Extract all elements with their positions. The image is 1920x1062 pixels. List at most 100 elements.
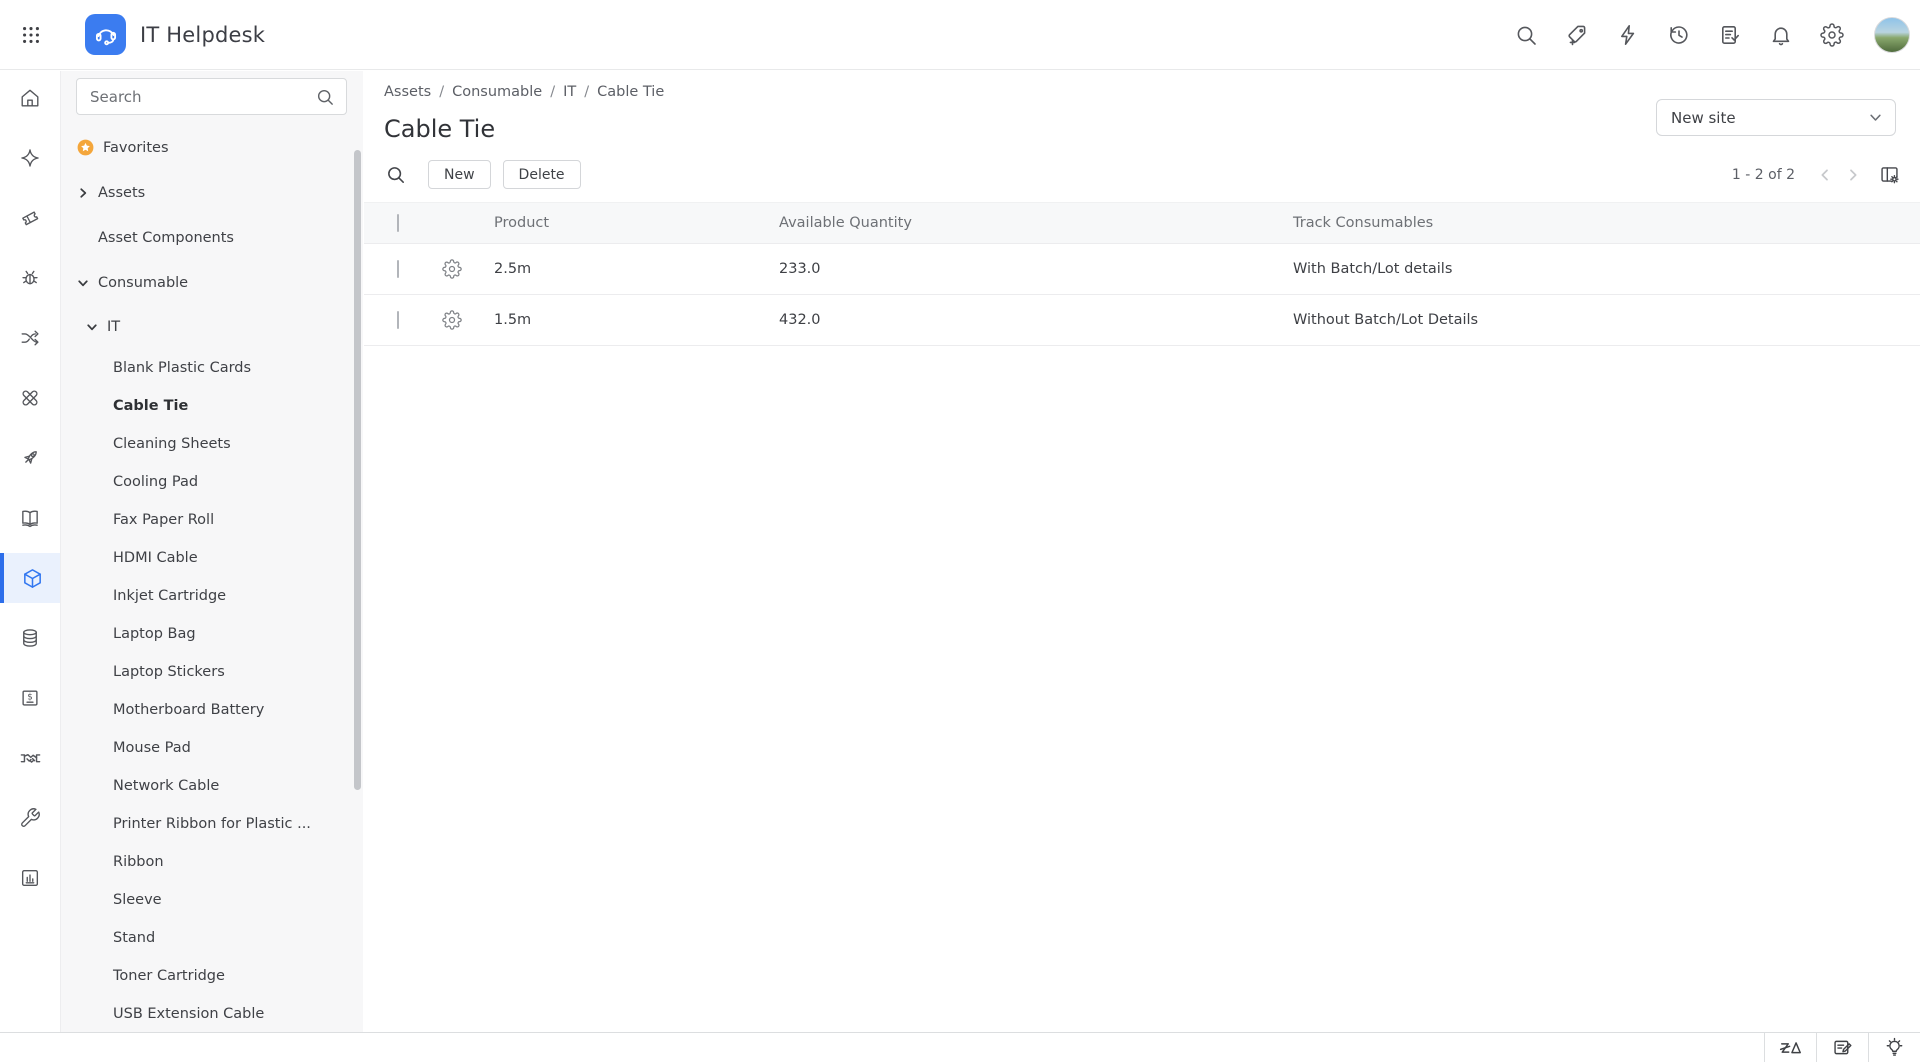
sidebar-item-cable-tie[interactable]: Cable Tie	[61, 387, 363, 425]
site-selector[interactable]: New site	[1656, 99, 1896, 136]
sidebar-scrollbar[interactable]	[354, 150, 361, 790]
asset-tree: Favorites Assets Asset Components Consum…	[61, 125, 363, 1032]
column-header-track-consumables[interactable]: Track Consumables	[1293, 215, 1900, 231]
column-header-product[interactable]: Product	[475, 215, 779, 231]
site-selector-value: New site	[1657, 109, 1868, 127]
sidebar-item-ribbon[interactable]: Ribbon	[61, 843, 363, 881]
helpdesk-logo-icon[interactable]	[85, 14, 126, 55]
select-all-checkbox[interactable]	[397, 214, 399, 232]
sidebar-item-sleeve[interactable]: Sleeve	[61, 881, 363, 919]
sidebar-item-laptop-stickers[interactable]: Laptop Stickers	[61, 653, 363, 691]
cell-product[interactable]: 2.5m	[475, 261, 779, 277]
breadcrumb-assets[interactable]: Assets	[384, 84, 431, 100]
breadcrumb-separator: /	[584, 84, 589, 100]
approvals-icon[interactable]	[1717, 22, 1743, 48]
chevron-down-icon	[1868, 110, 1883, 125]
favorites-label: Favorites	[103, 140, 169, 156]
database-icon[interactable]	[0, 613, 60, 663]
tree-label: IT	[107, 319, 120, 335]
dollar-icon[interactable]: $	[0, 673, 60, 723]
feedback-icon[interactable]	[1816, 1033, 1868, 1062]
tree-label: Consumable	[98, 275, 188, 291]
sidebar-item-inkjet-cartridge[interactable]: Inkjet Cartridge	[61, 577, 363, 615]
sidebar-item-assets[interactable]: Assets	[61, 170, 363, 215]
sidebar-item-consumable[interactable]: Consumable	[61, 260, 363, 305]
breadcrumb-separator: /	[439, 84, 444, 100]
lightbulb-icon[interactable]	[1868, 1033, 1920, 1062]
settings-icon[interactable]	[1819, 22, 1845, 48]
pagination-label: 1 - 2 of 2	[1732, 167, 1795, 183]
row-checkbox[interactable]	[397, 260, 399, 278]
row-checkbox[interactable]	[397, 311, 399, 329]
consumables-table: Product Available Quantity Track Consuma…	[364, 202, 1920, 346]
column-settings-icon[interactable]	[1879, 164, 1900, 185]
table-search-icon[interactable]	[385, 164, 406, 185]
tree-label: Mouse Pad	[113, 740, 191, 756]
chevron-down-icon	[85, 320, 99, 334]
add-request-icon[interactable]	[1564, 22, 1590, 48]
breadcrumb-consumable[interactable]: Consumable	[452, 84, 542, 100]
delete-button[interactable]: Delete	[503, 160, 581, 189]
sidebar-item-cleaning-sheets[interactable]: Cleaning Sheets	[61, 425, 363, 463]
sidebar-item-it[interactable]: IT	[61, 305, 363, 349]
bandage-cross-icon[interactable]	[0, 373, 60, 423]
breadcrumb-current: Cable Tie	[597, 84, 664, 100]
main-content: Assets / Consumable / IT / Cable Tie Cab…	[364, 71, 1920, 1032]
cell-product[interactable]: 1.5m	[475, 312, 779, 328]
history-icon[interactable]	[1666, 22, 1692, 48]
sidebar-item-cooling-pad[interactable]: Cooling Pad	[61, 463, 363, 501]
table-row[interactable]: 2.5m 233.0 With Batch/Lot details	[364, 244, 1920, 295]
shuffle-icon[interactable]	[0, 313, 60, 363]
sidebar-item-mouse-pad[interactable]: Mouse Pad	[61, 729, 363, 767]
page-next-icon[interactable]	[1845, 167, 1861, 183]
sidebar-item-network-cable[interactable]: Network Cable	[61, 767, 363, 805]
chart-icon[interactable]	[0, 853, 60, 903]
assets-cube-icon[interactable]	[0, 553, 60, 603]
page-previous-icon[interactable]	[1817, 167, 1833, 183]
sidebar-item-laptop-bag[interactable]: Laptop Bag	[61, 615, 363, 653]
sidebar-item-blank-plastic-cards[interactable]: Blank Plastic Cards	[61, 349, 363, 387]
breadcrumb-it[interactable]: IT	[563, 84, 576, 100]
search-input[interactable]	[77, 88, 315, 106]
tree-label: Cleaning Sheets	[113, 436, 231, 452]
wrench-icon[interactable]	[0, 793, 60, 843]
ticket-icon[interactable]	[0, 193, 60, 243]
quick-actions-icon[interactable]	[1615, 22, 1641, 48]
new-button[interactable]: New	[428, 160, 491, 189]
app-launcher-icon[interactable]	[0, 24, 61, 46]
notifications-icon[interactable]	[1768, 22, 1794, 48]
bug-icon[interactable]	[0, 253, 60, 303]
sidebar-item-toner-cartridge[interactable]: Toner Cartridge	[61, 957, 363, 995]
sidebar-search[interactable]	[76, 78, 347, 115]
tree-label: Laptop Bag	[113, 626, 196, 642]
sidebar-item-hdmi-cable[interactable]: HDMI Cable	[61, 539, 363, 577]
search-magnifier-icon	[315, 87, 335, 107]
tree-label: Assets	[98, 185, 145, 201]
breadcrumb-separator: /	[550, 84, 555, 100]
table-row[interactable]: 1.5m 432.0 Without Batch/Lot Details	[364, 295, 1920, 346]
handshake-icon[interactable]	[0, 733, 60, 783]
rocket-icon[interactable]	[0, 433, 60, 483]
sidebar-item-usb-extension-cable[interactable]: USB Extension Cable	[61, 995, 363, 1032]
favorites-star-icon	[76, 138, 95, 157]
sidebar-item-stand[interactable]: Stand	[61, 919, 363, 957]
sparkle-icon[interactable]	[0, 133, 60, 183]
book-icon[interactable]	[0, 493, 60, 543]
search-icon[interactable]	[1513, 22, 1539, 48]
sidebar-item-printer-ribbon[interactable]: Printer Ribbon for Plastic ...	[61, 805, 363, 843]
tree-label: USB Extension Cable	[113, 1006, 264, 1022]
tree-label: Motherboard Battery	[113, 702, 264, 718]
user-avatar[interactable]	[1874, 17, 1910, 53]
zia-icon[interactable]	[1764, 1033, 1816, 1062]
asset-tree-sidebar: Favorites Assets Asset Components Consum…	[61, 71, 363, 1032]
sidebar-item-fax-paper-roll[interactable]: Fax Paper Roll	[61, 501, 363, 539]
sidebar-item-favorites[interactable]: Favorites	[61, 125, 363, 170]
home-icon[interactable]	[0, 73, 60, 123]
sidebar-item-asset-components[interactable]: Asset Components	[61, 215, 363, 260]
header-icons	[1513, 17, 1920, 53]
sidebar-item-motherboard-battery[interactable]: Motherboard Battery	[61, 691, 363, 729]
row-actions-gear-icon[interactable]	[442, 310, 475, 330]
row-actions-gear-icon[interactable]	[442, 259, 475, 279]
column-header-available-quantity[interactable]: Available Quantity	[779, 215, 1293, 231]
breadcrumb: Assets / Consumable / IT / Cable Tie	[384, 84, 664, 100]
